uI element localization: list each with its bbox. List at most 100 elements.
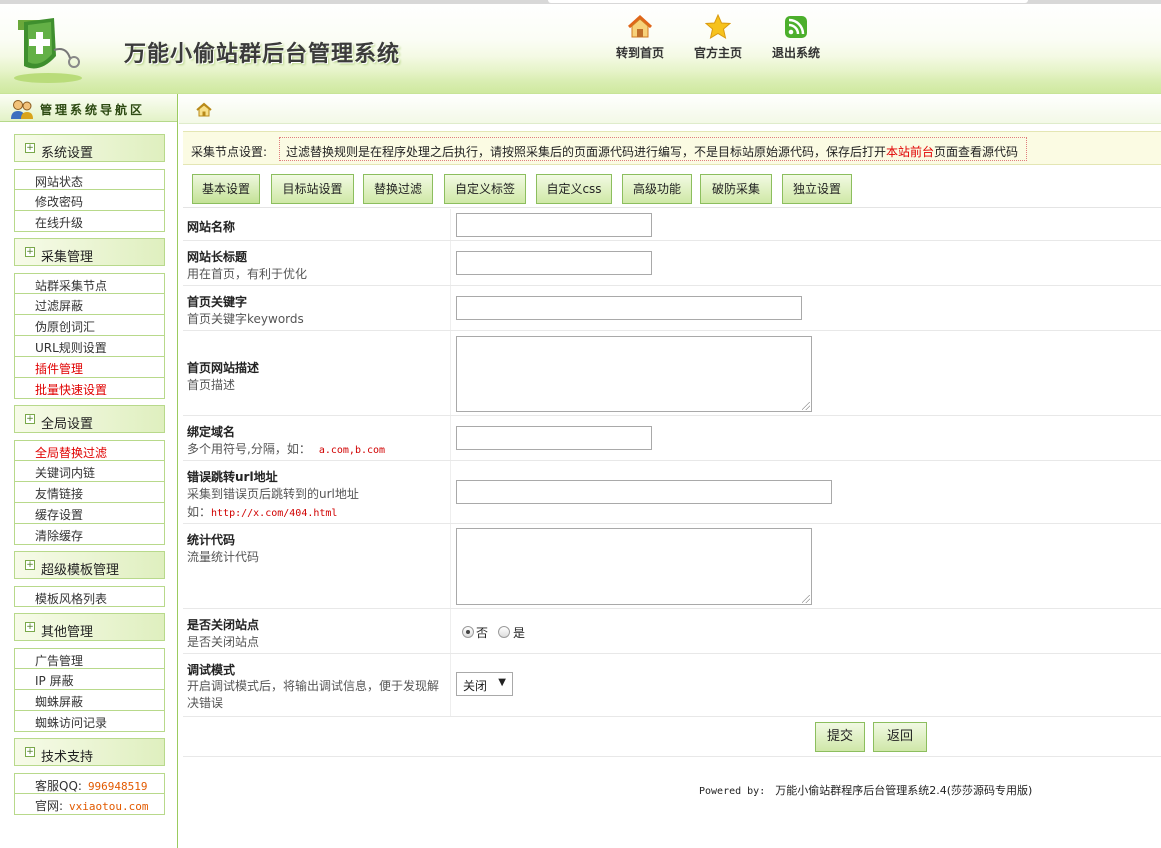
home-icon[interactable] [196, 102, 212, 117]
sidebar-item-keyword-links[interactable]: 关键词内链 [14, 461, 165, 482]
sidebar-item-label: 清除缓存 [35, 529, 84, 543]
sidebar-item-filter-block[interactable]: 过滤屏蔽 [14, 294, 165, 315]
sidebar-item-collect-nodes[interactable]: 站群采集节点 [14, 273, 165, 294]
site-name-input[interactable] [456, 213, 652, 237]
nav-logout-label: 退出系统 [771, 46, 820, 60]
sidebar-item-change-password[interactable]: 修改密码 [14, 190, 165, 211]
sidebar-item-spider-block[interactable]: 蜘蛛屏蔽 [14, 690, 165, 711]
domain-input[interactable] [456, 426, 652, 450]
expand-icon: + [25, 747, 35, 757]
sidebar-item-friend-links[interactable]: 友情链接 [14, 482, 165, 503]
sidebar-item-label: 关键词内链 [35, 466, 96, 480]
error-url-example-prefix: 如： [187, 505, 212, 519]
close-site-yes-radio[interactable] [498, 626, 510, 638]
sidebar-item-url-rules[interactable]: URL规则设置 [14, 336, 165, 357]
keywords-label: 首页关键字 [187, 295, 248, 309]
sidebar-item-label: 批量快速设置 [35, 383, 108, 397]
stats-textarea[interactable] [456, 528, 812, 605]
description-desc: 首页描述 [187, 378, 236, 392]
error-url-example: http://x.com/404.html [211, 508, 338, 519]
sidebar-item-batch-settings[interactable]: 批量快速设置 [14, 378, 165, 399]
close-site-label: 是否关闭站点 [187, 618, 260, 632]
tab-advanced[interactable]: 高级功能 [622, 174, 692, 204]
footer: Powered by: 万能小偷站群程序后台管理系统2.4(莎莎源码专用版) [699, 782, 1032, 798]
close-site-yes-label[interactable]: 是 [513, 624, 525, 641]
sidebar-item-label: 广告管理 [35, 654, 84, 668]
sidebar-group-global[interactable]: + 全局设置 [14, 405, 165, 433]
sidebar-item-website[interactable]: 官网: vxiaotou.com [14, 794, 165, 815]
sidebar-item-label: IP 屏蔽 [35, 674, 74, 688]
error-url-input[interactable] [456, 480, 832, 504]
error-url-example-wrap: 如：http://x.com/404.html [187, 503, 337, 520]
description-textarea[interactable] [456, 336, 812, 412]
sidebar-item-label: URL规则设置 [35, 341, 107, 355]
nav-home-label: 转到首页 [615, 46, 664, 60]
sidebar-item-label: 插件管理 [35, 362, 84, 376]
sidebar-item-pseudo-words[interactable]: 伪原创词汇 [14, 315, 165, 336]
sidebar-item-label: 网站状态 [35, 175, 84, 189]
sidebar-group-templates[interactable]: + 超级模板管理 [14, 551, 165, 579]
sidebar-group-other[interactable]: + 其他管理 [14, 613, 165, 641]
expand-icon: + [25, 560, 35, 570]
main-content: 采集节点设置: 过滤替换规则是在程序处理之后执行，请按照采集后的页面源代码进行编… [179, 94, 1161, 848]
close-site-no-radio[interactable] [462, 626, 474, 638]
long-title-input[interactable] [456, 251, 652, 275]
tab-standalone[interactable]: 独立设置 [782, 174, 852, 204]
sidebar-item-clear-cache[interactable]: 清除缓存 [14, 524, 165, 545]
support-website-label: 官网: [35, 799, 64, 813]
sidebar-item-template-list[interactable]: 模板风格列表 [14, 586, 165, 607]
row-actions: 提交 返回 [183, 717, 1161, 757]
breadcrumb [179, 94, 1161, 124]
home-icon [627, 14, 653, 38]
sidebar-item-label: 全局替换过滤 [35, 446, 108, 460]
nav-home[interactable]: 转到首页 [608, 14, 672, 61]
resize-grip-icon[interactable] [802, 402, 810, 410]
tab-replace-filter[interactable]: 替换过滤 [363, 174, 433, 204]
close-site-desc: 是否关闭站点 [187, 635, 260, 649]
notice-text-end: 页面查看源代码 [934, 145, 1019, 159]
submit-button[interactable]: 提交 [815, 722, 865, 752]
sidebar-group-collect[interactable]: + 采集管理 [14, 238, 165, 266]
nav-logout[interactable]: 退出系统 [764, 14, 828, 61]
debug-mode-select[interactable]: 关闭 ▼ [456, 672, 513, 696]
nav-official-label: 官方主页 [693, 46, 742, 60]
long-title-label: 网站长标题 [187, 250, 248, 264]
tab-target-site[interactable]: 目标站设置 [271, 174, 354, 204]
admin-users-icon [11, 100, 33, 119]
star-icon [705, 14, 731, 40]
nav-official[interactable]: 官方主页 [686, 14, 750, 61]
tab-anti-protect[interactable]: 破防采集 [700, 174, 772, 204]
sidebar-group-support[interactable]: + 技术支持 [14, 738, 165, 766]
sidebar-item-cache-settings[interactable]: 缓存设置 [14, 503, 165, 524]
sidebar-group-label: 技术支持 [41, 750, 94, 765]
notice-link[interactable]: 本站前台 [886, 145, 934, 159]
back-button[interactable]: 返回 [873, 722, 927, 752]
close-site-no-label[interactable]: 否 [476, 624, 488, 641]
keywords-input[interactable] [456, 296, 802, 320]
notice-box: 过滤替换规则是在程序处理之后执行，请按照采集后的页面源代码进行编写，不是目标站原… [279, 137, 1027, 161]
row-debug: 调试模式 开启调试模式后，将输出调试信息，便于发现解决错误 关闭 ▼ [183, 654, 1161, 717]
tab-custom-css[interactable]: 自定义css [536, 174, 612, 204]
tab-basic[interactable]: 基本设置 [192, 174, 260, 204]
sidebar-item-ads[interactable]: 广告管理 [14, 648, 165, 669]
tab-bar: 基本设置 目标站设置 替换过滤 自定义标签 自定义css 高级功能 破防采集 独… [183, 172, 1161, 208]
expand-icon: + [25, 143, 35, 153]
sidebar-item-ip-block[interactable]: IP 屏蔽 [14, 669, 165, 690]
sidebar-item-global-replace[interactable]: 全局替换过滤 [14, 440, 165, 461]
sidebar-item-spider-log[interactable]: 蜘蛛访问记录 [14, 711, 165, 732]
sidebar-title: 管理系统导航区 [40, 103, 146, 117]
tab-custom-tags[interactable]: 自定义标签 [444, 174, 526, 204]
support-website-value[interactable]: vxiaotou.com [69, 800, 148, 813]
sidebar-item-online-upgrade[interactable]: 在线升级 [14, 211, 165, 232]
debug-mode-value: 关闭 [463, 679, 488, 693]
domain-desc-wrap: 多个用符号,分隔，如： a.com,b.com [187, 440, 385, 457]
app-title: 万能小偷站群后台管理系统 [124, 42, 401, 67]
support-qq-label: 客服QQ: [35, 779, 82, 793]
expand-icon: + [25, 414, 35, 424]
sidebar-group-system[interactable]: + 系统设置 [14, 134, 165, 162]
sidebar-item-plugins[interactable]: 插件管理 [14, 357, 165, 378]
sidebar-group-label: 采集管理 [41, 250, 94, 265]
resize-grip-icon[interactable] [802, 595, 810, 603]
row-close-site: 是否关闭站点 是否关闭站点 否 是 [183, 609, 1161, 654]
sidebar-item-site-status[interactable]: 网站状态 [14, 169, 165, 190]
